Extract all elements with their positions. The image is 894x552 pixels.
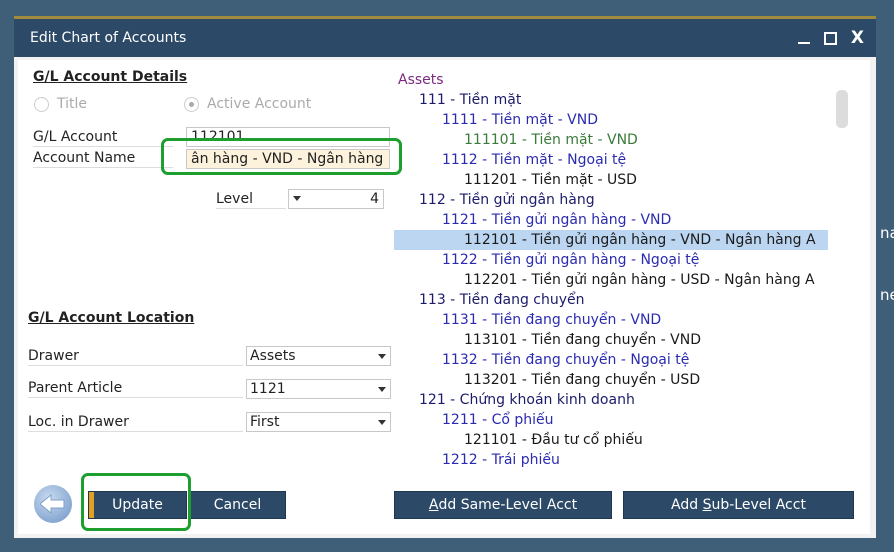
tree-item[interactable]: 1131 - Tiền đang chuyển - VND [398,310,838,330]
drawer-select[interactable]: Assets [246,346,391,366]
tree-item[interactable]: 1112 - Tiền mặt - Ngoại tệ [398,150,838,170]
drawer-value: Assets [250,348,296,364]
add-sub-level-mnemonic: S [702,497,712,513]
radio-active-account-label: Active Account [207,96,312,112]
tree-item[interactable]: 121 - Chứng khoán kinh doanh [398,390,838,410]
cancel-button-label: Cancel [213,497,262,513]
level-value: 4 [370,191,379,207]
parent-article-value: 1121 [250,381,286,397]
back-button[interactable] [34,485,72,523]
gl-account-label: G/L Account [33,129,173,147]
tree-item[interactable]: 112 - Tiền gửi ngân hàng [398,190,838,210]
tree-item[interactable]: 1132 - Tiền đang chuyển - Ngoại tệ [398,350,838,370]
gl-account-location-heading: G/L Account Location [28,310,195,326]
chevron-down-icon [378,387,386,392]
radio-active-account[interactable]: Active Account [184,96,311,112]
add-same-level-label: dd Same-Level Acct [438,497,578,513]
add-same-level-account-button[interactable]: Add Same-Level Acct [394,491,612,519]
cancel-button[interactable]: Cancel [189,491,286,519]
radio-circle-checked-icon [184,96,199,112]
maximize-icon[interactable] [823,31,837,45]
tree-item[interactable]: 1122 - Tiền gửi ngân hàng - Ngoại tệ [398,250,838,270]
edit-chart-of-accounts-window: Edit Chart of Accounts X G/L Account Det… [14,16,876,538]
add-sub-level-account-button[interactable]: Add Sub-Level Acct [623,491,854,519]
parent-article-select[interactable]: 1121 [246,379,391,399]
highlight-annotation [81,473,191,531]
tree-item[interactable]: 1212 - Trái phiếu [398,450,838,470]
tree-item[interactable]: 113 - Tiền đang chuyển [398,290,838,310]
account-name-label: Account Name [33,150,173,168]
highlight-annotation [161,138,402,175]
tree-item[interactable]: 113101 - Tiền đang chuyển - VND [398,330,838,350]
drawer-label: Drawer [28,348,243,366]
tree-item[interactable]: 1211 - Cổ phiếu [398,410,838,430]
loc-in-drawer-value: First [250,414,280,430]
radio-title-label: Title [57,96,88,112]
add-sub-level-prefix: Add [671,497,703,513]
radio-title[interactable]: Title [34,96,184,112]
level-label: Level [216,191,286,209]
close-icon[interactable]: X [851,29,864,47]
tree-item[interactable]: 111 - Tiền mặt [398,90,838,110]
dialog-content: G/L Account Details Title Active Account… [18,60,870,534]
tree-item[interactable]: 112201 - Tiền gửi ngân hàng - USD - Ngân… [398,270,838,290]
tree-item[interactable]: 111201 - Tiền mặt - USD [398,170,838,190]
background-text-fragment: na [880,224,894,242]
minimize-icon[interactable] [797,42,810,44]
title-bar[interactable]: Edit Chart of Accounts X [14,19,876,57]
tree-item[interactable]: 1111 - Tiền mặt - VND [398,110,838,130]
tree-scrollbar[interactable] [836,90,848,128]
add-same-level-mnemonic: A [428,497,439,513]
tree-item[interactable]: Assets [398,70,838,90]
level-stepper[interactable]: 4 [288,189,384,209]
radio-circle-icon [34,96,49,112]
tree-item[interactable]: 121101 - Đầu tư cổ phiếu [398,430,838,450]
window-title: Edit Chart of Accounts [30,30,187,46]
gl-account-details-heading: G/L Account Details [33,69,188,85]
tree-item[interactable]: 113201 - Tiền đang chuyển - USD [398,370,838,390]
account-tree[interactable]: Assets 111 - Tiền mặt 1111 - Tiền mặt - VN… [394,70,838,470]
loc-in-drawer-select[interactable]: First [246,412,391,432]
chevron-down-icon [378,354,386,359]
parent-article-label: Parent Article [28,380,243,398]
add-sub-level-label: ub-Level Acct [711,497,806,513]
tree-item[interactable]: 1121 - Tiền gửi ngân hàng - VND [398,210,838,230]
tree-item[interactable]: 111101 - Tiền mặt - VND [398,130,838,150]
chevron-down-icon [378,420,386,425]
level-dropdown-arrow-icon[interactable] [293,196,301,201]
loc-in-drawer-label: Loc. in Drawer [28,414,243,432]
background-text-fragment: ne [880,286,894,304]
tree-item-selected[interactable]: 112101 - Tiền gửi ngân hàng - VND - Ngân… [394,230,828,250]
back-arrow-icon [40,494,65,514]
